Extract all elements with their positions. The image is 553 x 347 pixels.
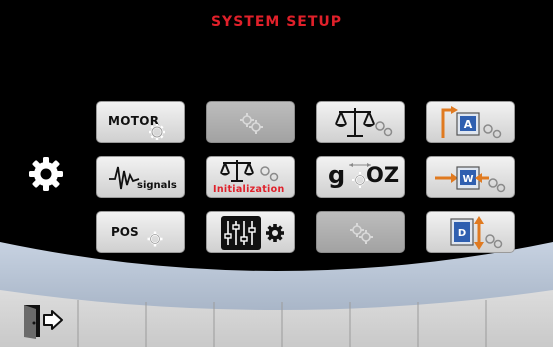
density-icon: D [450, 216, 503, 250]
cog-icon [149, 124, 165, 140]
signals-label: signals [137, 180, 177, 191]
svg-text:W: W [462, 174, 473, 185]
auto-zero-icon: A [441, 106, 502, 139]
empty-setting-button-1[interactable] [206, 101, 295, 143]
motor-button[interactable]: MOTOR [96, 101, 185, 143]
system-setup-screen: SYSTEM SETUP MOTOR A signals Initializat… [0, 0, 553, 347]
cog-pair-icon [350, 223, 373, 244]
unit-oz-label: OZ [366, 163, 400, 187]
scale-setting-button[interactable] [316, 101, 405, 143]
signals-button[interactable]: signals [96, 156, 185, 198]
svg-text:A: A [464, 118, 473, 131]
initialization-button[interactable]: Initialization [206, 156, 295, 198]
empty-setting-button-2[interactable] [316, 211, 405, 253]
weight-arrows-icon: W [435, 166, 506, 193]
density-setting-button[interactable]: D [426, 211, 515, 253]
cog-pair-icon [240, 113, 263, 134]
cog-icon [147, 231, 163, 247]
gear-icon [29, 157, 63, 191]
auto-setting-button[interactable]: A [426, 101, 515, 143]
balance-scale-icon [335, 108, 393, 137]
units-button[interactable]: g OZ [316, 156, 405, 198]
initialization-label: Initialization [213, 184, 285, 195]
exit-door-icon[interactable] [14, 301, 68, 341]
svg-text:D: D [458, 228, 466, 239]
weight-setting-button[interactable]: W [426, 156, 515, 198]
pos-button[interactable]: POS [96, 211, 185, 253]
equalizer-button[interactable] [206, 211, 295, 253]
waveform-icon [109, 166, 140, 190]
page-title: SYSTEM SETUP [210, 14, 343, 30]
slider-equalizer-icon [221, 216, 284, 250]
